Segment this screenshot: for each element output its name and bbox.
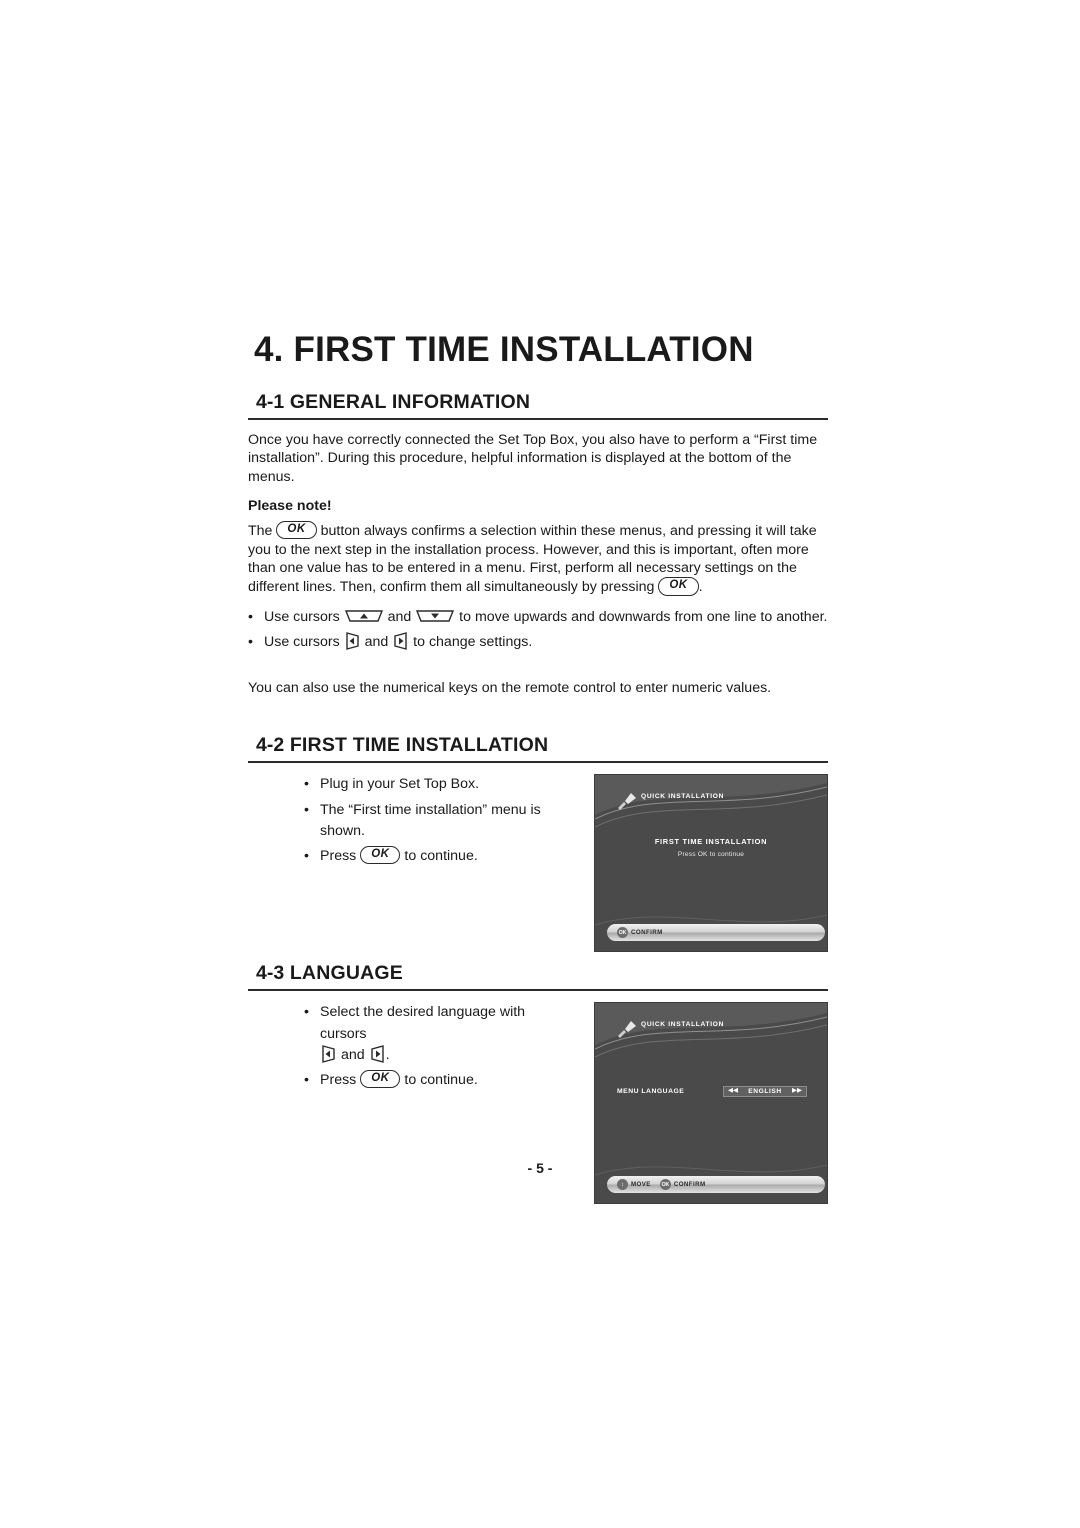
paragraph-2-part-3: . [698, 579, 703, 596]
list-item: Press OK to continue. [304, 1070, 548, 1092]
section-title: LANGUAGE [289, 962, 403, 985]
manual-page: 4. FIRST TIME INSTALLATION 4-1 GENERAL I… [0, 0, 1080, 1528]
arrow-right-icon[interactable]: ▶▶ [792, 1088, 802, 1095]
first-time-installation-steps: Plug in your Set Top Box. The “First tim… [248, 774, 548, 867]
bottom-bar-item-move: ↕ MOVE [617, 1179, 651, 1191]
cursor-up-icon [344, 608, 384, 624]
page-number: - 5 - [527, 1160, 553, 1176]
bullet-2-mid: and [364, 634, 389, 651]
menu-language-row: MENU LANGUAGE ◀◀ ENGLISH ▶▶ [617, 1086, 807, 1098]
section-number: 4-1 [256, 390, 285, 413]
general-information-paragraph-3: You can also use the numerical keys on t… [248, 680, 772, 697]
page-title: 4. FIRST TIME INSTALLATION [254, 330, 754, 369]
list-item: Use cursors and to move upwards and down… [248, 607, 828, 629]
section-heading-first-time-installation: 4-2 FIRST TIME INSTALLATION [248, 734, 828, 764]
screen-bottom-bar: ↕ MOVE OK CONFIRM [607, 1176, 825, 1194]
section-number: 4-2 [256, 734, 285, 757]
bottom-bar-label: CONFIRM [673, 1181, 706, 1189]
bottom-bar-label: MOVE [631, 1181, 651, 1189]
page-content: 4. FIRST TIME INSTALLATION 4-1 GENERAL I… [248, 330, 828, 1205]
language-steps: Select the desired language with cursors… [248, 1002, 548, 1091]
bottom-bar-label: CONFIRM [631, 929, 663, 937]
list-item: Plug in your Set Top Box. [304, 774, 548, 796]
menu-language-label: MENU LANGUAGE [617, 1088, 685, 1096]
press-post: to continue. [404, 848, 478, 865]
paragraph-2-part-2: button always confirms a selection withi… [248, 522, 817, 596]
updown-icon: ↕ [617, 1179, 628, 1191]
cursor-left-icon [320, 1044, 337, 1064]
screen-title: FIRST TIME INSTALLATION [654, 837, 768, 847]
section-heading-language: 4-3 LANGUAGE [248, 962, 828, 992]
ok-button-glyph: OK [658, 577, 699, 596]
press-pre: Press [320, 1072, 357, 1089]
section-title: GENERAL INFORMATION [289, 390, 531, 413]
fti-bullet-list: Plug in your Set Top Box. The “First tim… [304, 774, 548, 867]
list-item: Press OK to continue. [304, 846, 548, 868]
cursor-right-icon [369, 1044, 386, 1064]
cursor-bullet-list: Use cursors and to move upwards and down… [248, 607, 828, 654]
bullet-1-post: to move upwards and downwards from one l… [459, 608, 828, 625]
ok-button-glyph: OK [276, 521, 317, 540]
language-bullet-list: Select the desired language with cursors… [304, 1002, 548, 1091]
cursor-left-icon [344, 631, 361, 651]
ok-button-glyph: OK [360, 1070, 401, 1089]
section-heading-general-information: 4-1 GENERAL INFORMATION [248, 391, 828, 420]
general-information-paragraph-1: Once you have correctly connected the Se… [248, 431, 818, 486]
list-item: The “First time installation” menu is sh… [304, 800, 548, 843]
paragraph-2-part-1: The [248, 522, 273, 539]
list-item: Use cursors and to change settings. [248, 631, 828, 654]
period: . [385, 1046, 390, 1063]
language-bullet-text: Select the desired language with cursors [320, 1004, 526, 1042]
tool-icon [615, 1017, 639, 1044]
arrow-left-icon[interactable]: ◀◀ [728, 1088, 738, 1095]
general-information-paragraph-2: The OK button always confirms a selectio… [248, 521, 828, 597]
bullet-2-post: to change settings. [413, 634, 533, 651]
ok-icon: OK [617, 927, 628, 939]
section-number: 4-3 [256, 962, 285, 985]
screen-header: QUICK INSTALLATION [641, 793, 725, 801]
bottom-bar-item-confirm: OK CONFIRM [659, 1179, 706, 1191]
menu-language-value: ENGLISH [748, 1088, 782, 1096]
cursor-right-icon [392, 631, 409, 651]
menu-language-value-box[interactable]: ◀◀ ENGLISH ▶▶ [723, 1086, 807, 1098]
press-post: to continue. [404, 1072, 478, 1089]
bullet-2-pre: Use cursors [264, 634, 340, 651]
tv-screen-first-time-installation: QUICK INSTALLATION FIRST TIME INSTALLATI… [594, 774, 828, 953]
and-word: and [340, 1046, 365, 1063]
screen-bottom-bar: OK CONFIRM [607, 924, 825, 942]
bottom-bar-item-confirm: OK CONFIRM [617, 927, 663, 939]
bullet-1-mid: and [387, 608, 412, 625]
screen-subtitle: Press OK to continue [677, 851, 745, 859]
cursor-down-icon [415, 608, 455, 624]
please-note-label: Please note! [248, 497, 332, 514]
list-item: Select the desired language with cursors… [304, 1002, 548, 1066]
section-title: FIRST TIME INSTALLATION [289, 734, 549, 757]
ok-button-glyph: OK [360, 846, 401, 865]
bullet-1-pre: Use cursors [264, 608, 340, 625]
tool-icon [615, 789, 639, 816]
screen-center-text: FIRST TIME INSTALLATION Press OK to cont… [595, 837, 827, 858]
fti-screenshot: QUICK INSTALLATION FIRST TIME INSTALLATI… [594, 774, 828, 953]
press-pre: Press [320, 848, 357, 865]
first-time-installation-block: Plug in your Set Top Box. The “First tim… [248, 774, 828, 953]
screen-header: QUICK INSTALLATION [641, 1021, 725, 1029]
ok-icon: OK [659, 1179, 671, 1191]
